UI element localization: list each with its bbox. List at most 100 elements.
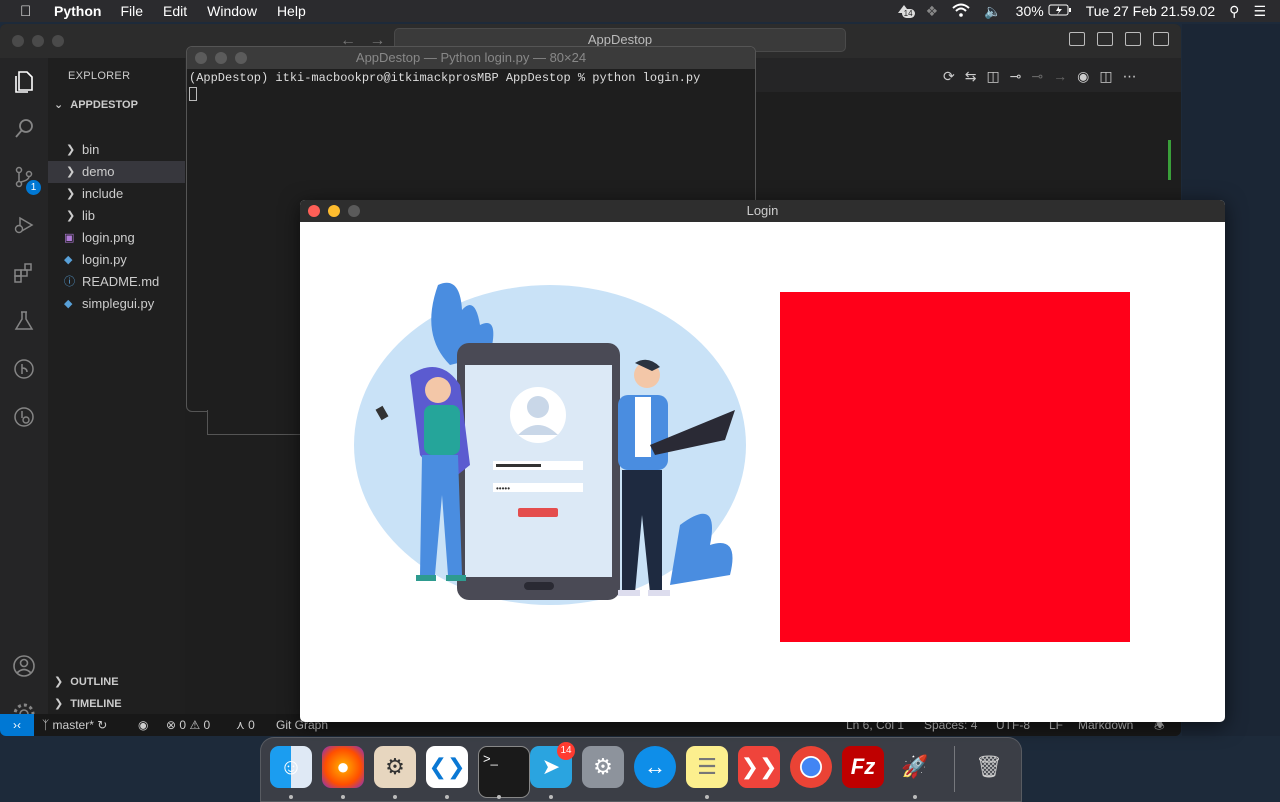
terminal-title: AppDestop — Python login.py — 80×24: [355, 50, 587, 65]
maximize-button[interactable]: [52, 35, 64, 47]
branch-name: master*: [52, 718, 94, 732]
explorer-icon[interactable]: [12, 70, 36, 94]
split-editor-icon[interactable]: ◫: [1099, 68, 1112, 85]
teamviewer-icon[interactable]: ↔: [634, 746, 676, 788]
finder-icon[interactable]: ☺: [270, 746, 312, 788]
git-previous-icon[interactable]: ⊸: [1031, 68, 1043, 85]
battery-percent[interactable]: 30%: [1016, 3, 1044, 19]
sequel-ace-icon[interactable]: ⚙: [374, 746, 416, 788]
minimize-button[interactable]: [215, 52, 227, 64]
error-icon: ⊗: [166, 718, 177, 732]
menu-window[interactable]: Window: [207, 3, 257, 19]
close-button[interactable]: [12, 35, 24, 47]
git-graph-status-icon[interactable]: ◉: [138, 714, 148, 736]
tree-item-label: simplegui.py: [82, 296, 155, 311]
chevron-down-icon: ⌄: [54, 99, 64, 111]
notification-icon[interactable]: 14: [896, 3, 915, 20]
apple-icon[interactable]: : [20, 3, 36, 20]
close-button[interactable]: [308, 205, 320, 217]
open-changes-icon[interactable]: ◫: [986, 68, 999, 85]
outline-section[interactable]: ❯ OUTLINE: [54, 675, 119, 688]
explorer-title: EXPLORER: [68, 70, 131, 82]
terminal-output[interactable]: (AppDestop) itki-macbookpro@itkimackpros…: [187, 71, 755, 105]
git-next-icon[interactable]: →: [1053, 68, 1067, 85]
tree-folder-lib[interactable]: ❯ lib: [48, 205, 185, 227]
menu-help[interactable]: Help: [277, 3, 306, 19]
tree-file-login-py[interactable]: ◆ login.py: [48, 249, 185, 271]
rocket-icon[interactable]: 🚀: [894, 746, 936, 788]
more-actions-icon[interactable]: ⋯: [1123, 68, 1137, 85]
wifi-icon[interactable]: [952, 3, 970, 20]
toggle-panel-icon[interactable]: [1097, 32, 1113, 46]
minimize-button[interactable]: [32, 35, 44, 47]
run-debug-icon[interactable]: [12, 214, 36, 238]
chevron-right-icon: ❯: [66, 210, 76, 222]
trash-icon[interactable]: 🗑: [968, 746, 1010, 788]
toggle-sidebar-icon[interactable]: [1069, 32, 1085, 46]
search-icon[interactable]: [12, 118, 36, 142]
error-count: 0: [179, 718, 187, 732]
running-indicator: [549, 795, 553, 799]
testing-icon[interactable]: [12, 310, 36, 334]
workspace-folder-header[interactable]: ⌄ APPDESTOP: [54, 98, 138, 111]
remote-indicator-icon[interactable]: ›‹: [0, 714, 34, 736]
minimize-button[interactable]: [328, 205, 340, 217]
tree-folder-bin[interactable]: ❯ bin: [48, 139, 185, 161]
anydesk-icon[interactable]: ❯❯: [738, 746, 780, 788]
close-button[interactable]: [195, 52, 207, 64]
tree-folder-demo[interactable]: ❯ demo: [48, 161, 185, 183]
tree-file-login-png[interactable]: ▣ login.png: [48, 227, 185, 249]
firefox-icon[interactable]: ●: [322, 746, 364, 788]
notes-icon[interactable]: ☰: [686, 746, 728, 788]
chevron-right-icon: ❯: [66, 188, 76, 200]
layout-controls: [1069, 32, 1169, 46]
control-center-icon[interactable]: ☰: [1253, 3, 1266, 20]
running-indicator: [289, 795, 293, 799]
problems-indicator[interactable]: ⊗ 0 ⚠ 0: [166, 714, 210, 736]
running-indicator: [705, 795, 709, 799]
maximize-button[interactable]: [348, 205, 360, 217]
git-lens-icon[interactable]: ◉: [1077, 68, 1089, 85]
git-graph-icon[interactable]: [12, 358, 36, 382]
git-branch-icon: ᛉ: [42, 718, 50, 732]
running-indicator: [913, 795, 917, 799]
extensions-icon[interactable]: [12, 262, 36, 286]
tree-folder-include[interactable]: ❯ include: [48, 183, 185, 205]
login-window-title: Login: [746, 203, 779, 218]
timeline-section[interactable]: ❯ TIMELINE: [54, 697, 122, 710]
vscode-icon[interactable]: ❮❯: [426, 746, 468, 788]
info-icon: ⓘ: [64, 276, 75, 288]
tree-file-simplegui-py[interactable]: ◆ simplegui.py: [48, 293, 185, 315]
history-icon[interactable]: ⟳: [943, 68, 955, 85]
svg-text:•••••: •••••: [496, 484, 510, 493]
customize-layout-icon[interactable]: [1153, 32, 1169, 46]
ports-indicator[interactable]: ⋏ 0: [236, 714, 255, 736]
python-file-icon: ◆: [64, 298, 73, 310]
menu-app-python[interactable]: Python: [54, 3, 101, 19]
system-preferences-icon[interactable]: ⚙: [582, 746, 624, 788]
menu-file[interactable]: File: [120, 3, 143, 19]
outline-label: OUTLINE: [70, 676, 119, 688]
git-commit-icon[interactable]: ⊸: [1010, 68, 1022, 85]
remote-explorer-icon[interactable]: [12, 406, 36, 430]
login-window-controls: [308, 205, 360, 217]
tree-item-label: bin: [82, 142, 100, 157]
branch-indicator[interactable]: ᛉ master* ↻: [42, 714, 107, 736]
compare-changes-icon[interactable]: ⇆: [965, 68, 977, 85]
bluetooth-icon[interactable]: ❖: [926, 3, 939, 20]
filezilla-icon[interactable]: Fz: [842, 746, 884, 788]
chrome-icon[interactable]: [790, 746, 832, 788]
maximize-button[interactable]: [235, 52, 247, 64]
running-indicator: [341, 795, 345, 799]
toggle-secondary-sidebar-icon[interactable]: [1125, 32, 1141, 46]
terminal-icon[interactable]: >_: [478, 746, 530, 798]
clock[interactable]: Tue 27 Feb 21.59.02: [1086, 3, 1215, 19]
spotlight-search-icon[interactable]: ⚲: [1229, 3, 1239, 20]
battery-icon[interactable]: [1048, 3, 1072, 19]
background-window-edge: [207, 410, 303, 435]
volume-icon[interactable]: 🔈: [984, 3, 1001, 20]
tree-file-readme[interactable]: ⓘ README.md: [48, 271, 185, 293]
menu-edit[interactable]: Edit: [163, 3, 187, 19]
tree-item-label: include: [82, 186, 124, 201]
accounts-icon[interactable]: [12, 654, 36, 678]
